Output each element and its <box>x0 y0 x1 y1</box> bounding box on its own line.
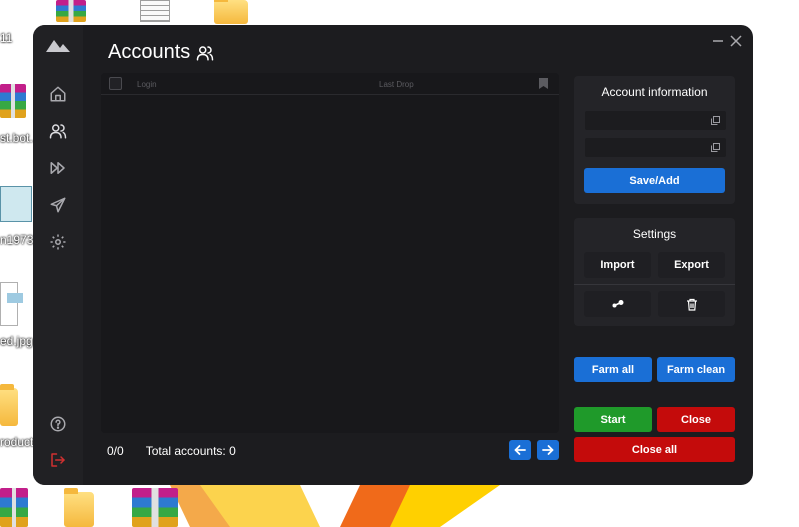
rar-file-icon[interactable] <box>0 84 26 118</box>
nav-farm[interactable] <box>46 156 70 180</box>
send-icon <box>50 197 66 213</box>
desktop-label: 11 <box>0 31 13 45</box>
rar-file-icon[interactable] <box>56 0 86 22</box>
image-file-icon[interactable] <box>0 282 23 326</box>
app-window: Accounts Login Last Drop 0/0 Total accou… <box>33 25 753 485</box>
gear-icon <box>50 234 66 250</box>
minimize-icon <box>713 40 723 42</box>
export-button[interactable]: Export <box>658 252 725 278</box>
document-file-icon[interactable] <box>140 0 170 22</box>
prev-page-button[interactable] <box>509 440 531 460</box>
close-icon <box>730 35 742 47</box>
wallpaper-graphic <box>170 485 500 527</box>
page-title-text: Accounts <box>108 41 191 63</box>
folder-icon[interactable] <box>0 384 18 426</box>
users-icon <box>49 124 67 139</box>
copy-icon[interactable] <box>711 143 720 152</box>
copy-icon[interactable] <box>711 116 720 125</box>
start-button[interactable]: Start <box>574 407 652 432</box>
notepad-file-icon[interactable] <box>0 186 32 222</box>
select-all-checkbox[interactable] <box>109 77 122 90</box>
steam-icon <box>612 300 623 308</box>
trash-icon <box>686 298 697 311</box>
desktop-label: ed.jpg <box>0 334 33 348</box>
account-field-1[interactable] <box>585 111 726 130</box>
nav-send[interactable] <box>46 193 70 217</box>
settings-title: Settings <box>632 227 677 241</box>
close-window-button[interactable] <box>728 33 744 49</box>
close-button[interactable]: Close <box>657 407 735 432</box>
rar-file-icon[interactable] <box>0 488 28 527</box>
arrow-right-icon <box>542 445 554 455</box>
farm-all-button[interactable]: Farm all <box>574 357 652 382</box>
next-page-button[interactable] <box>537 440 559 460</box>
desktop-label: roduct <box>0 435 34 449</box>
minimize-button[interactable] <box>710 33 726 49</box>
nav-accounts[interactable] <box>46 119 70 143</box>
settings-divider <box>574 284 735 285</box>
farm-clean-button[interactable]: Farm clean <box>657 357 735 382</box>
accounts-table: Login Last Drop <box>101 73 559 433</box>
save-add-button[interactable]: Save/Add <box>584 168 725 193</box>
fast-forward-icon <box>50 162 65 174</box>
steam-button[interactable] <box>584 291 651 317</box>
table-footer: 0/0 Total accounts: 0 <box>107 444 236 458</box>
account-field-2[interactable] <box>585 138 726 157</box>
app-logo-icon <box>46 40 70 52</box>
nav-logout[interactable] <box>46 448 70 472</box>
arrow-left-icon <box>514 445 526 455</box>
total-accounts: Total accounts: 0 <box>145 444 236 458</box>
logout-icon <box>51 453 65 467</box>
nav-home[interactable] <box>46 82 70 106</box>
column-last-drop[interactable]: Last Drop <box>379 80 414 89</box>
folder-icon[interactable] <box>64 488 94 527</box>
help-icon <box>50 416 66 432</box>
sidebar <box>33 25 83 485</box>
nav-help[interactable] <box>46 412 70 436</box>
table-header: Login Last Drop <box>101 73 559 95</box>
page-title: Accounts <box>108 41 214 64</box>
settings-card: Settings Import Export <box>574 218 735 326</box>
account-info-card: Account information Save/Add <box>574 76 735 204</box>
desktop-label: st.bot.. <box>0 131 37 145</box>
page-count: 0/0 <box>107 444 124 458</box>
column-login[interactable]: Login <box>137 80 157 89</box>
delete-button[interactable] <box>658 291 725 317</box>
users-icon <box>197 45 214 60</box>
nav-settings[interactable] <box>46 230 70 254</box>
rar-file-icon[interactable] <box>132 488 178 527</box>
close-all-button[interactable]: Close all <box>574 437 735 462</box>
home-icon <box>50 86 66 102</box>
account-info-title: Account information <box>601 85 708 99</box>
import-button[interactable]: Import <box>584 252 651 278</box>
folder-icon[interactable] <box>214 0 248 24</box>
bookmark-icon[interactable] <box>539 78 548 89</box>
